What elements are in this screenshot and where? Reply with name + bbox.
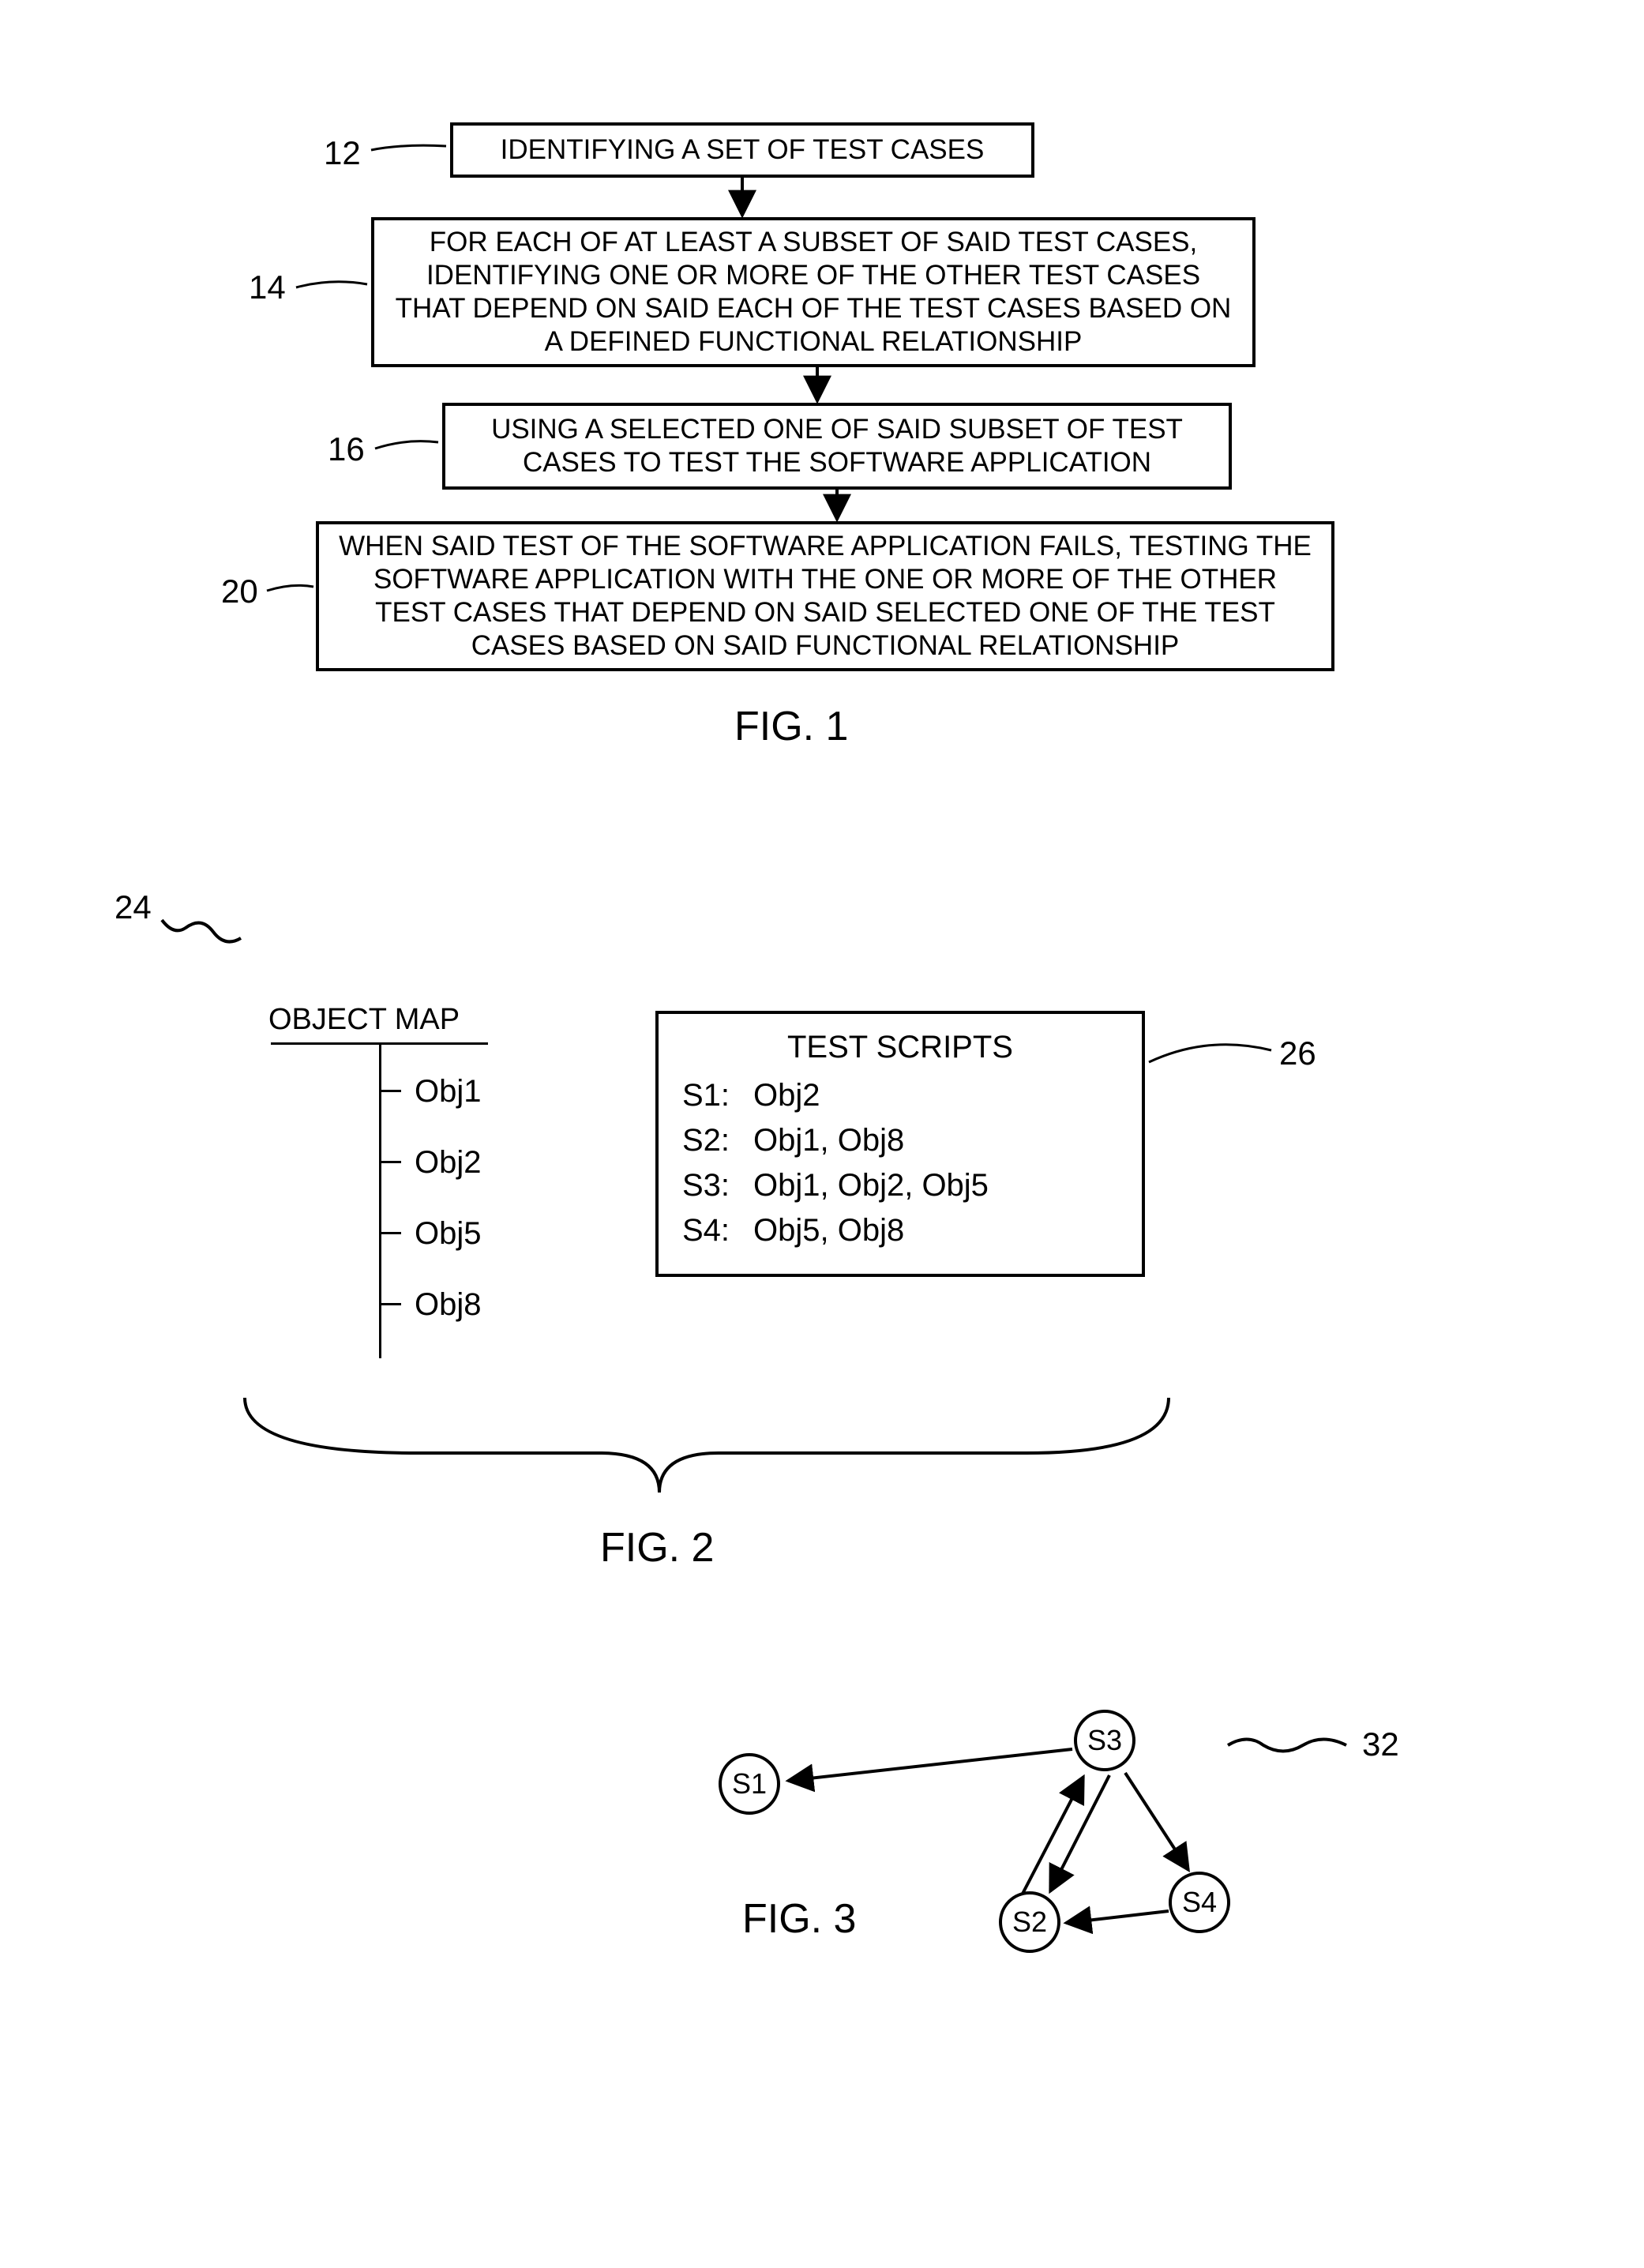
graph-node-s3: S3: [1074, 1710, 1135, 1771]
script-val-3: Obj1, Obj2, Obj5: [753, 1168, 989, 1203]
object-map-item-2: Obj2: [415, 1145, 482, 1181]
script-row-2: S2: Obj1, Obj8: [682, 1123, 1118, 1158]
script-val-4: Obj5, Obj8: [753, 1213, 904, 1249]
object-map-item-3: Obj5: [415, 1216, 482, 1252]
object-map-tick-3: [379, 1232, 401, 1234]
graph-node-s2: S2: [999, 1891, 1060, 1953]
script-key-1: S1:: [682, 1078, 753, 1113]
object-map-tick-4: [379, 1303, 401, 1305]
flow-step-14: FOR EACH OF AT LEAST A SUBSET OF SAID TE…: [371, 217, 1256, 367]
script-val-2: Obj1, Obj8: [753, 1123, 904, 1158]
object-map-item-4: Obj8: [415, 1287, 482, 1323]
graph-node-s1: S1: [719, 1753, 780, 1815]
ref-label-20: 20: [221, 573, 258, 610]
fig1-caption: FIG. 1: [734, 703, 848, 750]
object-map-tick-2: [379, 1161, 401, 1163]
flow-step-12: IDENTIFYING A SET OF TEST CASES: [450, 122, 1034, 178]
script-val-1: Obj2: [753, 1078, 820, 1113]
ref-label-26: 26: [1279, 1034, 1316, 1072]
fig3-caption: FIG. 3: [742, 1895, 856, 1943]
fig2-caption: FIG. 2: [600, 1524, 714, 1571]
object-map-item-1: Obj1: [415, 1074, 482, 1110]
flow-step-16: USING A SELECTED ONE OF SAID SUBSET OF T…: [442, 403, 1232, 490]
graph-node-s4: S4: [1169, 1872, 1230, 1933]
script-key-2: S2:: [682, 1123, 753, 1158]
ref-label-32: 32: [1362, 1725, 1399, 1763]
test-scripts-title: TEST SCRIPTS: [682, 1030, 1118, 1065]
script-key-4: S4:: [682, 1213, 753, 1249]
object-map-tick-1: [379, 1090, 401, 1092]
test-scripts-box: TEST SCRIPTS S1: Obj2 S2: Obj1, Obj8 S3:…: [655, 1011, 1145, 1277]
ref-label-14: 14: [249, 268, 286, 306]
script-key-3: S3:: [682, 1168, 753, 1203]
flow-step-20: WHEN SAID TEST OF THE SOFTWARE APPLICATI…: [316, 521, 1334, 671]
script-row-4: S4: Obj5, Obj8: [682, 1213, 1118, 1249]
ref-label-12: 12: [324, 134, 361, 172]
ref-label-24: 24: [114, 888, 152, 926]
object-map-title: OBJECT MAP: [268, 1003, 460, 1037]
ref-label-16: 16: [328, 430, 365, 468]
script-row-3: S3: Obj1, Obj2, Obj5: [682, 1168, 1118, 1203]
script-row-1: S1: Obj2: [682, 1078, 1118, 1113]
